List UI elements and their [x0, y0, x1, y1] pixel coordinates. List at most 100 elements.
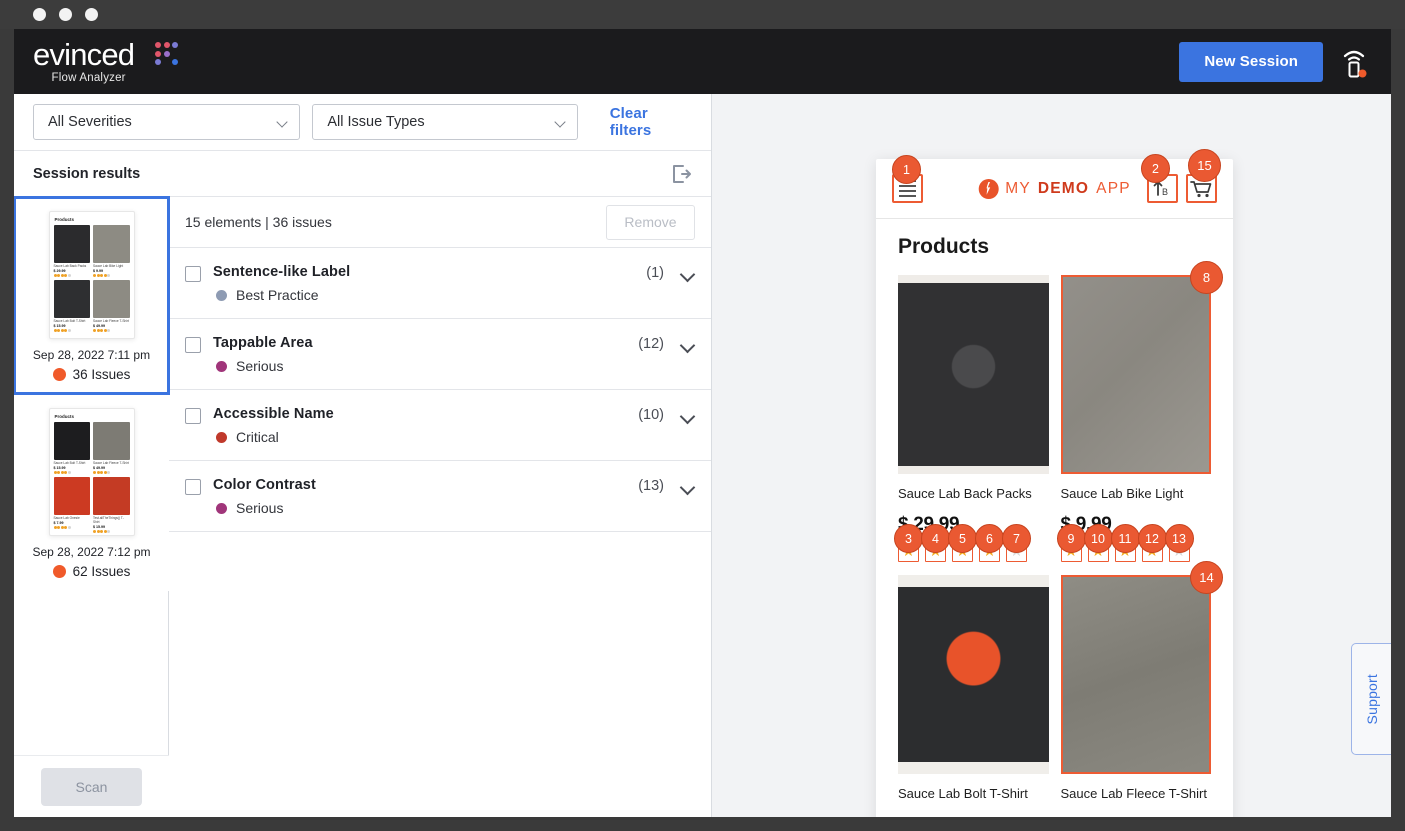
issue-checkbox[interactable] [185, 337, 201, 353]
filter-bar: All Severities All Issue Types Clear fil… [14, 94, 711, 151]
top-nav-actions: New Session [1179, 42, 1391, 82]
product-image[interactable] [1061, 575, 1212, 774]
window-maximize-button[interactable] [85, 8, 98, 21]
product-card[interactable]: 14Sauce Lab Fleece T-Shirt [1061, 575, 1212, 801]
evinced-dots-icon [155, 42, 178, 65]
issue-count: (13) [638, 478, 664, 494]
issue-badge-6[interactable]: 6 [975, 524, 1004, 553]
issue-checkbox[interactable] [185, 408, 201, 424]
issue-row[interactable]: Sentence-like LabelBest Practice(1) [169, 248, 711, 319]
chevron-down-icon[interactable] [682, 340, 695, 353]
session-item[interactable]: ProductsSauce Lab Back Packs$ 29.99Sauce… [14, 197, 169, 394]
issue-badge-12[interactable]: 12 [1138, 524, 1167, 553]
product-grid: Sauce Lab Back Packs$ 29.99★★★★★345678Sa… [898, 275, 1211, 801]
scan-button[interactable]: Scan [41, 768, 142, 806]
clear-filters-link[interactable]: Clear filters [610, 105, 692, 139]
chevron-down-icon [556, 117, 567, 128]
product-card[interactable]: Sauce Lab Back Packs$ 29.99★★★★★34567 [898, 275, 1049, 562]
session-date: Sep 28, 2022 7:11 pm [14, 348, 169, 362]
product-card[interactable]: 8Sauce Lab Bike Light$ 9.99★★★★★91011121… [1061, 275, 1212, 562]
issues-rows: Sentence-like LabelBest Practice(1)Tappa… [169, 248, 711, 532]
product-name: Sauce Lab Back Packs [898, 486, 1049, 501]
session-thumbnail: ProductsSauce Lab Bolt T-Shirt$ 15.99Sau… [49, 408, 135, 536]
bolt-logo-icon [978, 179, 998, 199]
issue-row[interactable]: Color ContrastSerious (13) [169, 461, 711, 532]
issue-type-filter-select[interactable]: All Issue Types [312, 104, 577, 140]
issue-count: (12) [638, 336, 664, 352]
severity-dot-icon [216, 503, 227, 514]
top-navigation-bar: evinced Flow Analyzer New Session [14, 29, 1391, 94]
issue-count: (10) [638, 407, 664, 423]
issue-severity: Serious [216, 358, 313, 374]
issue-name: Accessible Name [213, 406, 334, 422]
product-image[interactable] [898, 275, 1049, 474]
issue-severity: Serious [216, 500, 316, 516]
session-item[interactable]: ProductsSauce Lab Bolt T-Shirt$ 15.99Sau… [14, 394, 169, 591]
issue-badge-11[interactable]: 11 [1111, 524, 1140, 553]
app-window: evinced Flow Analyzer New Session [0, 0, 1405, 831]
issue-badge-14[interactable]: 14 [1190, 561, 1223, 594]
issue-badge-7[interactable]: 7 [1002, 524, 1031, 553]
remove-button[interactable]: Remove [606, 205, 695, 240]
severity-filter-value: All Severities [48, 114, 132, 130]
preview-app-header: 1 MY DEMO APP B [876, 159, 1233, 219]
app-frame: evinced Flow Analyzer New Session [14, 29, 1391, 817]
issues-list-panel: 15 elements | 36 issues Remove Sentence-… [169, 197, 711, 817]
product-name: Sauce Lab Bolt T-Shirt [898, 786, 1049, 801]
issue-type-filter-value: All Issue Types [327, 114, 424, 130]
issue-badge-8[interactable]: 8 [1190, 261, 1223, 294]
thumb-product: Sauce Lab Bike Light$ 9.99 [93, 225, 130, 277]
thumb-product: Sauce Lab Fleece T-Shirt$ 49.99 [93, 280, 130, 332]
export-icon[interactable] [670, 163, 692, 185]
product-image[interactable] [898, 575, 1049, 774]
issue-row[interactable]: Tappable AreaSerious (12) [169, 319, 711, 390]
window-titlebar [0, 0, 1405, 29]
issue-row[interactable]: Accessible NameCritical(10) [169, 390, 711, 461]
product-rating[interactable]: ★★★★★34567 [898, 541, 1049, 562]
window-minimize-button[interactable] [59, 8, 72, 21]
session-results-header: Session results [14, 151, 711, 197]
issue-badge-5[interactable]: 5 [948, 524, 977, 553]
issue-badge-2[interactable]: 2 [1141, 154, 1170, 183]
severity-filter-select[interactable]: All Severities [33, 104, 300, 140]
severity-dot-icon [216, 361, 227, 372]
issue-bullet-icon [53, 565, 66, 578]
issue-badge-4[interactable]: 4 [921, 524, 950, 553]
issue-badge-10[interactable]: 10 [1084, 524, 1113, 553]
issue-badge-9[interactable]: 9 [1057, 524, 1086, 553]
thumb-product: Sauce Lab Back Packs$ 29.99 [54, 225, 91, 277]
chevron-down-icon[interactable] [682, 411, 695, 424]
thumb-product: Sauce Lab Onesie$ 7.99 [54, 477, 91, 533]
issue-severity: Best Practice [216, 287, 350, 303]
issue-text: Tappable AreaSerious [213, 335, 313, 374]
issue-badge-3[interactable]: 3 [894, 524, 923, 553]
product-image[interactable] [1061, 275, 1212, 474]
issue-checkbox[interactable] [185, 266, 201, 282]
brand-subtitle: Flow Analyzer [33, 72, 134, 84]
session-date: Sep 28, 2022 7:12 pm [14, 545, 169, 559]
issue-badge-1[interactable]: 1 [892, 155, 921, 184]
product-card[interactable]: Sauce Lab Bolt T-Shirt [898, 575, 1049, 801]
chevron-down-icon [278, 117, 289, 128]
chevron-down-icon[interactable] [682, 482, 695, 495]
issue-text: Color ContrastSerious [213, 477, 316, 516]
support-tab-label: Support [1364, 674, 1380, 724]
support-tab[interactable]: Support [1351, 643, 1391, 755]
issue-count: (1) [646, 265, 664, 281]
product-name: Sauce Lab Bike Light [1061, 486, 1212, 501]
chevron-down-icon[interactable] [682, 269, 695, 282]
session-issue-count: 62 Issues [14, 564, 169, 579]
new-session-button[interactable]: New Session [1179, 42, 1323, 82]
scan-button-area: Scan [14, 755, 169, 817]
panel-split: ProductsSauce Lab Back Packs$ 29.99Sauce… [14, 197, 711, 817]
issue-checkbox[interactable] [185, 479, 201, 495]
mobile-signal-icon[interactable] [1339, 45, 1369, 79]
brand-logo: evinced Flow Analyzer [33, 39, 134, 84]
issue-badge-13[interactable]: 13 [1165, 524, 1194, 553]
issue-badge-15[interactable]: 15 [1188, 149, 1221, 182]
session-results-title: Session results [33, 166, 140, 182]
issues-summary-bar: 15 elements | 36 issues Remove [169, 197, 711, 248]
product-rating[interactable]: ★★★★★910111213 [1061, 541, 1212, 562]
window-close-button[interactable] [33, 8, 46, 21]
logo-text-my: MY [1005, 180, 1031, 198]
